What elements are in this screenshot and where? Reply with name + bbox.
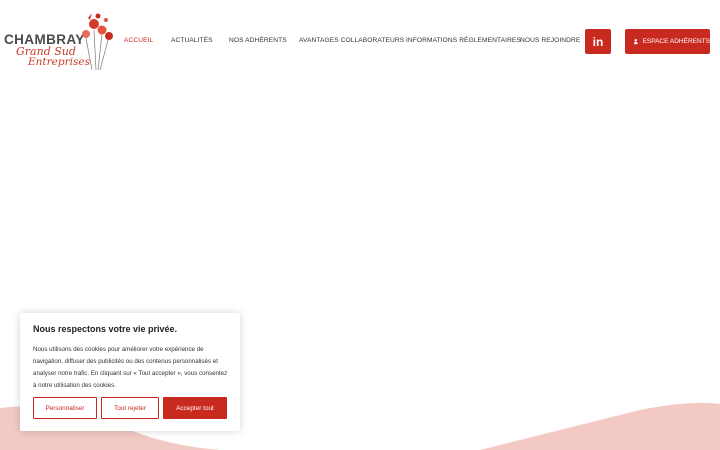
member-area-button[interactable]: Espace adhérents (625, 29, 710, 54)
cookie-banner-text: Nous utilisons des cookies pour améliore… (33, 346, 228, 389)
customize-cookies-button[interactable]: Personnaliser (33, 397, 97, 419)
site-header: CHAMBRAY Grand Sud Entreprises Accueil A… (0, 0, 720, 82)
accept-all-button[interactable]: Accepter tout (163, 397, 227, 419)
cookie-consent-banner: Nous respectons votre vie privée. Nous u… (20, 313, 240, 431)
nav-item-accueil[interactable]: Accueil (124, 37, 153, 44)
nav-item-adherents[interactable]: Nos adhérents (229, 37, 287, 44)
member-area-label: Espace adhérents (642, 38, 710, 45)
reject-all-button[interactable]: Tout rejeter (101, 397, 159, 419)
linkedin-button[interactable]: in (585, 29, 611, 54)
nav-item-rejoindre[interactable]: Nous rejoindre (520, 37, 580, 44)
cookie-banner-title: Nous respectons votre vie privée. (33, 324, 178, 334)
nav-item-avantages[interactable]: Avantages collaborateurs (299, 37, 404, 44)
user-icon (634, 39, 638, 45)
cookie-banner-actions: Personnaliser Tout rejeter Accepter tout (33, 397, 227, 419)
nav-item-actualites[interactable]: Actualités (171, 37, 213, 44)
linkedin-icon: in (592, 34, 604, 49)
nav-item-informations[interactable]: Informations réglementaires (406, 37, 521, 44)
site-logo[interactable]: CHAMBRAY Grand Sud Entreprises (4, 10, 114, 72)
poppy-flowers-icon (82, 13, 113, 71)
